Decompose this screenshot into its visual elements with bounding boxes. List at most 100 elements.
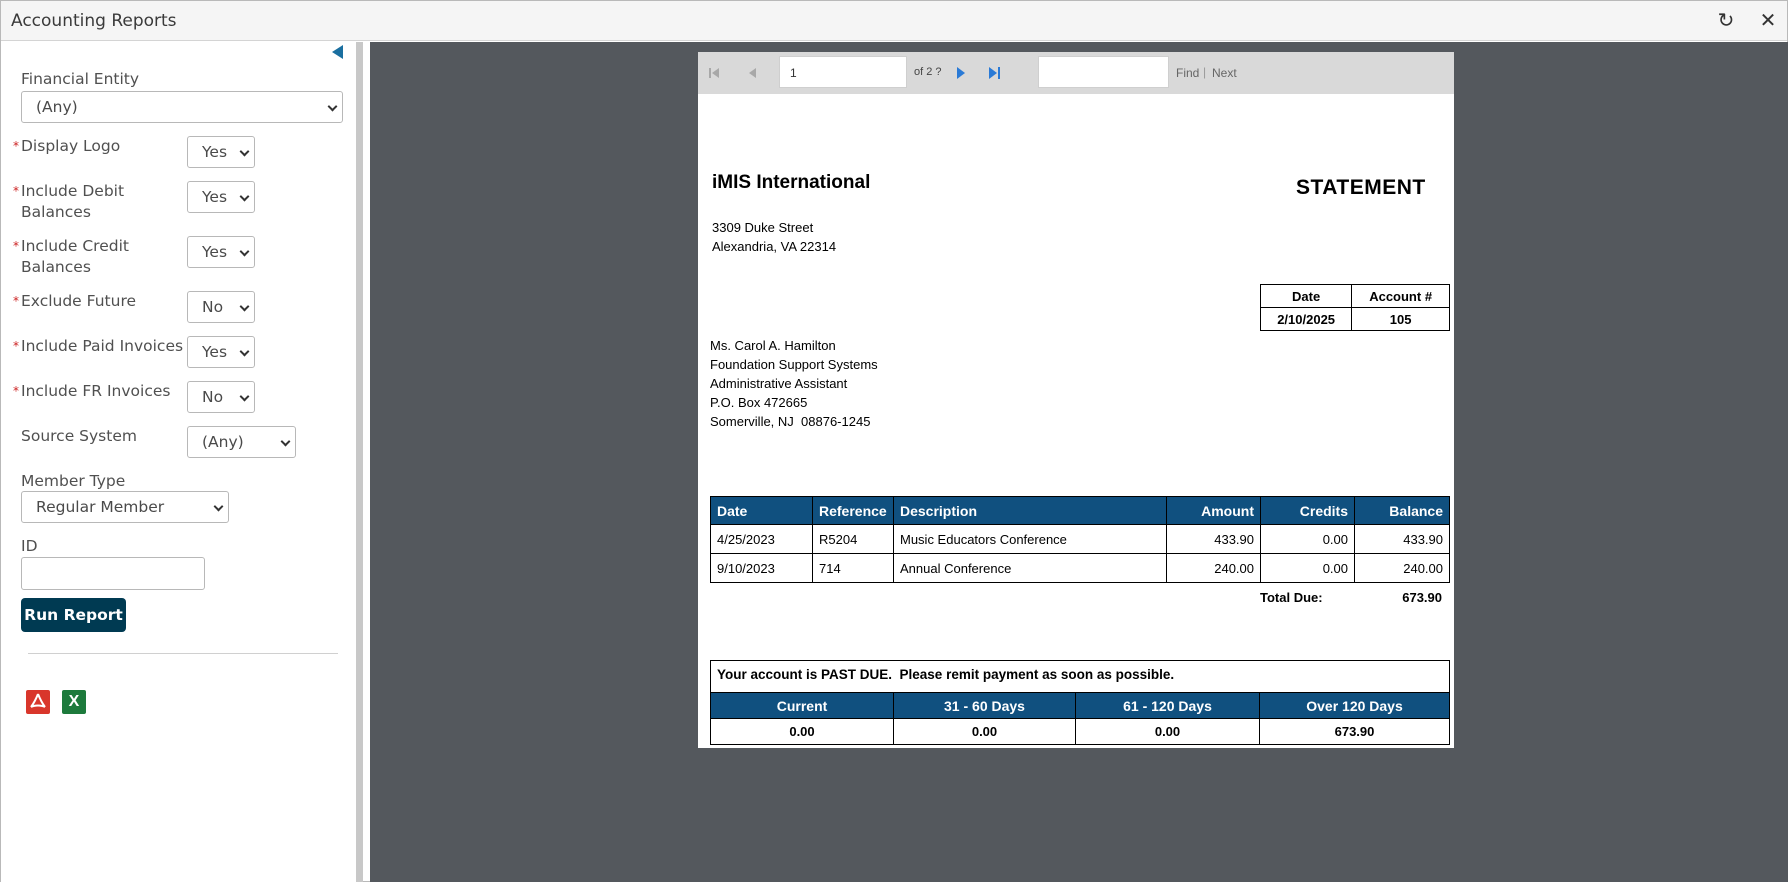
table-cell: 673.90 <box>1259 718 1450 745</box>
first-page-icon[interactable] <box>709 66 723 80</box>
include-fr-value: No <box>202 388 224 406</box>
next-page-icon[interactable] <box>955 66 969 80</box>
chevron-down-icon <box>239 301 250 312</box>
report-parameters-panel: Financial Entity (Any) * Display Logo Yes… <box>1 42 363 882</box>
find-next-link[interactable]: Next <box>1212 66 1237 80</box>
source-system-value: (Any) <box>202 433 244 451</box>
include-debit-text-1: Include Debit <box>21 182 125 200</box>
include-paid-select[interactable]: Yes <box>187 336 255 368</box>
account-date-header: Date <box>1259 284 1353 308</box>
table-cell: 0.00 <box>893 718 1076 745</box>
table-cell: 433.90 <box>1166 524 1261 554</box>
total-due-value: 673.90 <box>1402 590 1442 605</box>
previous-page-icon[interactable] <box>746 66 760 80</box>
column-header: Over 120 Days <box>1259 692 1450 719</box>
address-line: Alexandria, VA 22314 <box>712 239 837 254</box>
include-credit-value: Yes <box>202 243 228 261</box>
include-fr-text: Include FR Invoices <box>21 382 171 400</box>
table-cell: 433.90 <box>1354 524 1450 554</box>
account-date-value: 2/10/2025 <box>1259 307 1353 331</box>
excel-icon[interactable]: X <box>62 690 86 714</box>
member-type-select[interactable]: Regular Member <box>21 491 229 523</box>
table-cell: 240.00 <box>1166 553 1261 583</box>
required-marker: * <box>13 139 19 153</box>
accounting-reports-window: Accounting Reports ↻ ✕ Financial Entity … <box>0 0 1788 882</box>
source-system-select[interactable]: (Any) <box>187 426 296 458</box>
table-header-row: Date Reference Description Amount Credit… <box>710 496 1450 525</box>
include-debit-value: Yes <box>202 188 228 206</box>
column-header: Reference <box>812 496 894 525</box>
include-credit-select[interactable]: Yes <box>187 236 255 268</box>
column-header: Amount <box>1166 496 1261 525</box>
table-cell: 714 <box>812 553 894 583</box>
title-bar: Accounting Reports ↻ ✕ <box>1 1 1787 41</box>
page-count-text: of 2 ? <box>914 66 942 78</box>
include-paid-label: * Include Paid Invoices <box>13 336 184 357</box>
table-cell: 240.00 <box>1354 553 1450 583</box>
include-fr-select[interactable]: No <box>187 381 255 413</box>
required-marker: * <box>13 384 19 398</box>
pdf-icon[interactable] <box>26 690 50 714</box>
table-cell: 0.00 <box>710 718 894 745</box>
column-header: Balance <box>1354 496 1450 525</box>
required-marker: * <box>13 184 19 198</box>
chevron-down-icon <box>239 346 250 357</box>
exclude-future-select[interactable]: No <box>187 291 255 323</box>
recipient-line: Ms. Carol A. Hamilton <box>710 338 836 353</box>
column-header: Date <box>710 496 813 525</box>
aging-table: Current 31 - 60 Days 61 - 120 Days Over … <box>710 692 1450 745</box>
recipient-line: P.O. Box 472665 <box>710 395 808 410</box>
include-debit-label: * Include Debit Balances <box>13 181 125 223</box>
column-header: 61 - 120 Days <box>1075 692 1260 719</box>
report-viewer: 1 of 2 ? Find | Next iMIS International … <box>370 42 1788 882</box>
chevron-down-icon <box>239 146 250 157</box>
chevron-down-icon <box>239 246 250 257</box>
include-debit-select[interactable]: Yes <box>187 181 255 213</box>
exclude-future-label: * Exclude Future <box>13 291 136 312</box>
account-number-header: Account # <box>1351 284 1450 308</box>
include-paid-text: Include Paid Invoices <box>21 337 184 355</box>
transactions-table: Date Reference Description Amount Credit… <box>710 496 1450 583</box>
display-logo-select[interactable]: Yes <box>187 136 255 168</box>
last-page-icon[interactable] <box>989 66 1003 80</box>
column-header: 31 - 60 Days <box>893 692 1076 719</box>
run-report-button[interactable]: Run Report <box>21 598 126 632</box>
id-input[interactable] <box>21 557 205 590</box>
viewer-toolbar: 1 of 2 ? Find | Next <box>698 52 1454 94</box>
chevron-down-icon <box>239 191 250 202</box>
page-number-input[interactable]: 1 <box>779 56 907 88</box>
table-cell: Music Educators Conference <box>893 524 1167 554</box>
display-logo-text: Display Logo <box>21 137 121 155</box>
recipient-line: Foundation Support Systems <box>710 357 878 372</box>
financial-entity-label: Financial Entity <box>21 70 140 88</box>
chevron-down-icon <box>280 436 291 447</box>
account-number-value: 105 <box>1351 307 1450 331</box>
member-type-label: Member Type <box>21 472 126 490</box>
source-system-label: Source System <box>21 427 137 445</box>
account-info-table: Date Account # 2/10/2025 105 <box>1259 284 1450 331</box>
recipient-line: Somerville, NJ 08876-1245 <box>710 414 871 429</box>
table-cell: 9/10/2023 <box>710 553 813 583</box>
organization-address: 3309 Duke Street Alexandria, VA 22314 <box>712 218 836 256</box>
include-credit-label: * Include Credit Balances <box>13 236 129 278</box>
divider <box>28 653 338 654</box>
required-marker: * <box>13 339 19 353</box>
chevron-down-icon <box>327 101 338 112</box>
id-label: ID <box>21 537 38 555</box>
financial-entity-value: (Any) <box>36 98 78 116</box>
table-cell: R5204 <box>812 524 894 554</box>
financial-entity-select[interactable]: (Any) <box>21 91 343 123</box>
include-fr-label: * Include FR Invoices <box>13 381 171 402</box>
collapse-panel-icon[interactable] <box>332 45 343 59</box>
close-icon[interactable]: ✕ <box>1755 8 1781 34</box>
table-row: 9/10/2023 714 Annual Conference 240.00 0… <box>710 553 1450 583</box>
table-cell: Annual Conference <box>893 553 1167 583</box>
report-page: 1 of 2 ? Find | Next iMIS International … <box>698 52 1454 748</box>
find-link[interactable]: Find <box>1176 66 1199 80</box>
refresh-icon[interactable]: ↻ <box>1713 8 1739 34</box>
include-credit-text-2: Balances <box>21 258 91 276</box>
table-cell: 0.00 <box>1260 524 1355 554</box>
find-input[interactable] <box>1038 56 1169 88</box>
chevron-down-icon <box>239 391 250 402</box>
table-cell: 0.00 <box>1075 718 1260 745</box>
